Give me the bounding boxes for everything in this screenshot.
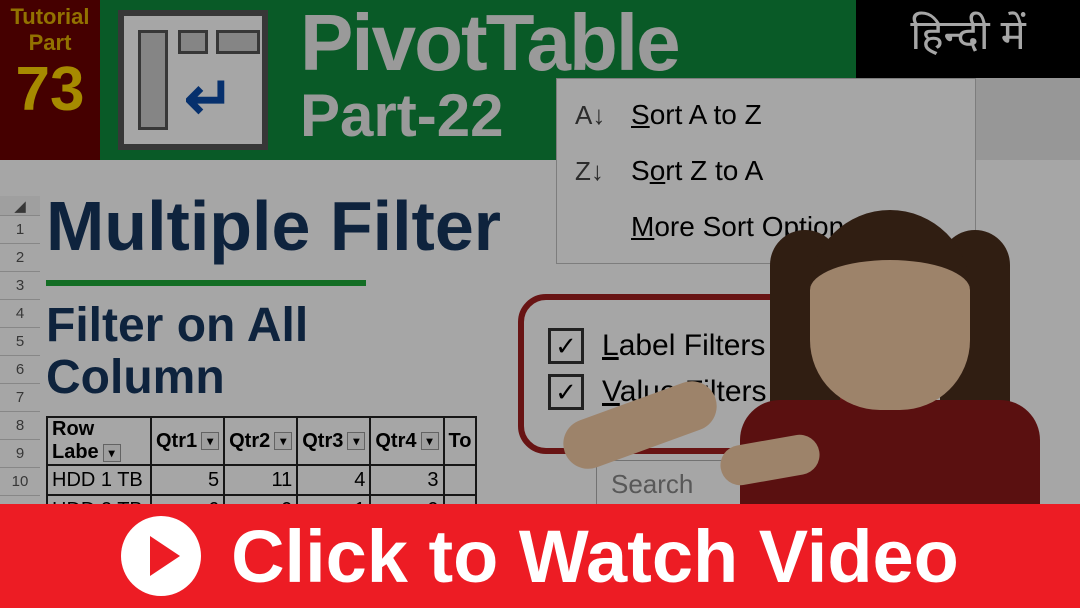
- row-num[interactable]: 9: [0, 440, 40, 468]
- play-icon: [121, 516, 201, 596]
- heading-underline: [46, 280, 366, 286]
- filter-dropdown-icon[interactable]: ▾: [347, 432, 365, 450]
- badge-line2: Part: [0, 30, 100, 56]
- row-number-gutter: ◢ 1 2 3 4 5 6 7 8 9 10 11: [0, 196, 40, 524]
- row-num[interactable]: 6: [0, 356, 40, 384]
- cell[interactable]: 4: [297, 465, 370, 495]
- sort-asc-icon: A↓: [575, 100, 615, 131]
- row-num[interactable]: 8: [0, 412, 40, 440]
- heading-filter-all-column: Filter on All Column: [46, 300, 308, 404]
- row-num[interactable]: 7: [0, 384, 40, 412]
- cta-text: Click to Watch Video: [231, 514, 959, 599]
- watch-video-cta[interactable]: Click to Watch Video: [0, 504, 1080, 608]
- col-qtr2[interactable]: Qtr2▾: [224, 417, 297, 465]
- col-total[interactable]: To: [444, 417, 477, 465]
- title-line1: PivotTable: [300, 0, 856, 86]
- table-row[interactable]: HDD 1 TB 5 11 4 3: [47, 465, 476, 495]
- pivot-icon-container: ↵: [100, 0, 286, 160]
- filter-dropdown-icon[interactable]: ▾: [274, 432, 292, 450]
- cell[interactable]: [444, 465, 477, 495]
- row-num[interactable]: 5: [0, 328, 40, 356]
- cell-label[interactable]: HDD 1 TB: [47, 465, 151, 495]
- col-row-labels[interactable]: Row Labe▾: [47, 417, 151, 465]
- badge-line1: Tutorial: [0, 4, 100, 30]
- presenter-image: [700, 130, 1070, 510]
- checkbox-checked-icon[interactable]: ✓: [548, 328, 584, 364]
- cell[interactable]: 5: [151, 465, 224, 495]
- col-qtr4[interactable]: Qtr4▾: [370, 417, 443, 465]
- cell[interactable]: 11: [224, 465, 297, 495]
- table-header-row: Row Labe▾ Qtr1▾ Qtr2▾ Qtr3▾ Qtr4▾ To: [47, 417, 476, 465]
- checkbox-checked-icon[interactable]: ✓: [548, 374, 584, 410]
- filter-dropdown-icon[interactable]: ▾: [421, 432, 439, 450]
- badge-number: 73: [0, 60, 100, 120]
- select-all-cell[interactable]: ◢: [0, 196, 40, 216]
- pivot-table-icon: ↵: [118, 10, 268, 150]
- row-num[interactable]: 10: [0, 468, 40, 496]
- filter-dropdown-icon[interactable]: ▾: [103, 444, 121, 462]
- col-qtr3[interactable]: Qtr3▾: [297, 417, 370, 465]
- hindi-label: हिन्दी में: [856, 0, 1080, 78]
- filter-dropdown-icon[interactable]: ▾: [201, 432, 219, 450]
- row-num[interactable]: 2: [0, 244, 40, 272]
- heading-multiple-filter: Multiple Filter: [46, 186, 501, 266]
- col-qtr1[interactable]: Qtr1▾: [151, 417, 224, 465]
- row-num[interactable]: 4: [0, 300, 40, 328]
- refresh-arrow-icon: ↵: [184, 64, 234, 134]
- row-num[interactable]: 1: [0, 216, 40, 244]
- cell[interactable]: 3: [370, 465, 443, 495]
- row-num[interactable]: 3: [0, 272, 40, 300]
- sort-desc-icon: Z↓: [575, 156, 615, 187]
- tutorial-badge: Tutorial Part 73: [0, 0, 100, 160]
